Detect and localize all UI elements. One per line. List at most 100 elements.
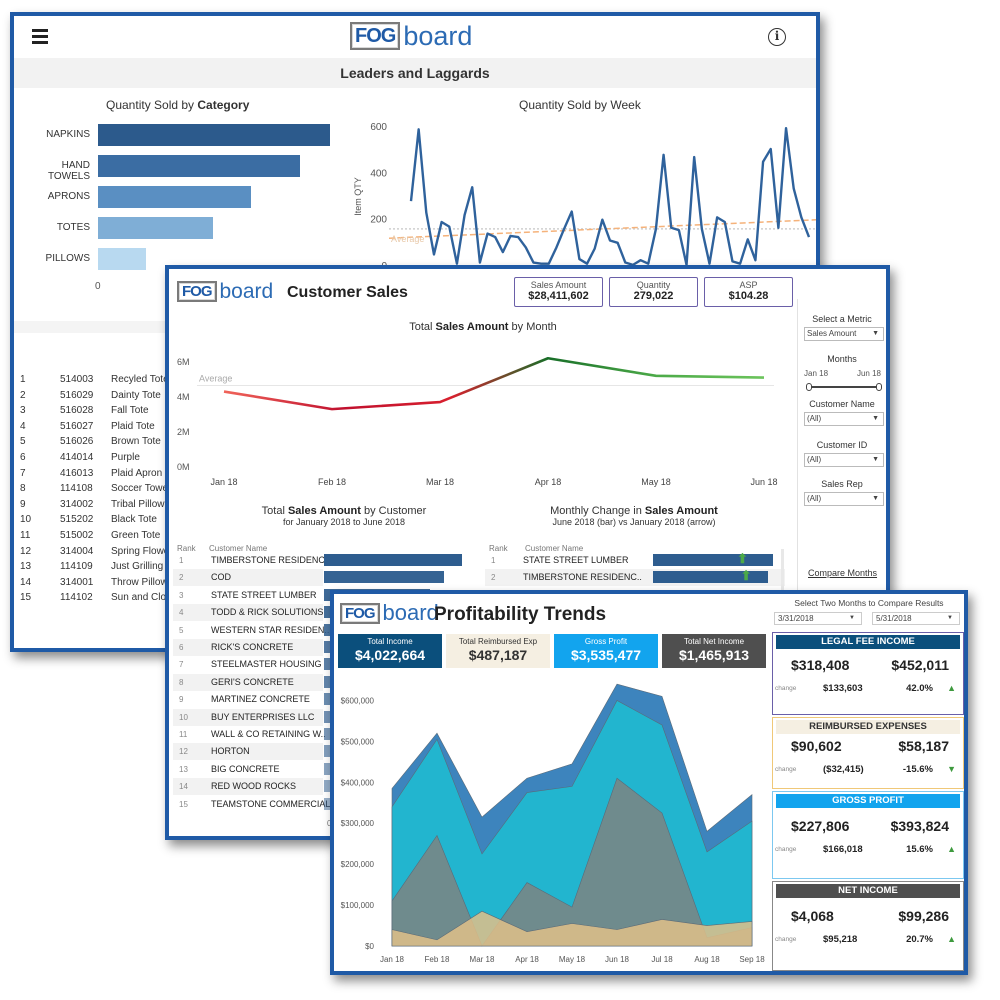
table-row[interactable]: 9 MARTINEZ CONCRETE xyxy=(173,691,323,708)
hamburger-menu-icon[interactable] xyxy=(32,29,48,47)
change-value: $166,018 xyxy=(823,844,863,855)
sales-rep-select[interactable]: (All) ▼ xyxy=(804,492,884,506)
table-row[interactable]: 2 COD xyxy=(173,569,323,587)
list-item: 3 516028 Fall Tote xyxy=(20,405,180,420)
june-bar xyxy=(653,554,773,566)
section-title: Leaders and Laggards xyxy=(14,58,816,88)
table-row[interactable]: 13 BIG CONCRETE xyxy=(173,761,323,778)
rank: 3 xyxy=(20,405,26,417)
rank: 7 xyxy=(20,467,26,479)
list-item: 10 515202 Black Tote xyxy=(20,514,180,529)
rank: 13 xyxy=(20,561,32,573)
table-row[interactable]: 12 HORTON xyxy=(173,743,323,761)
rank: 12 xyxy=(20,545,32,557)
month-a-value: $90,602 xyxy=(791,738,842,754)
product-id: 114102 xyxy=(60,592,93,604)
customer-name-select[interactable]: (All) ▼ xyxy=(804,412,884,426)
customer-name: TIMBERSTONE RESIDENC.. xyxy=(211,555,330,565)
table-row[interactable]: 14 RED WOOD ROCKS xyxy=(173,778,323,796)
x-tick-label: Jul 18 xyxy=(651,955,673,964)
sales-series-line xyxy=(223,356,765,411)
customer-name: HORTON xyxy=(211,746,250,757)
x-tick-label: Apr 18 xyxy=(515,955,539,964)
y-tick-label: $200,000 xyxy=(341,860,375,869)
kpi-label: Total Reimbursed Exp xyxy=(458,637,538,646)
customer-name: RICK'S CONCRETE xyxy=(211,642,294,652)
table-row[interactable]: 4 TODD & RICK SOLUTIONS xyxy=(173,604,324,622)
rank: 2 xyxy=(491,573,496,583)
change-percent: -15.6% xyxy=(902,764,933,775)
category-label: NAPKINS xyxy=(46,129,90,140)
card-reimbursed-expenses: REIMBURSED EXPENSES $90,602 $58,187 change (… xyxy=(772,717,964,789)
table-row[interactable]: 6 RICK'S CONCRETE xyxy=(173,639,323,656)
change-label: change xyxy=(775,846,797,853)
change-percent: 15.6% xyxy=(906,844,933,855)
rank: 6 xyxy=(179,643,184,652)
rank: 3 xyxy=(179,590,184,600)
by-customer-title: Total Sales Amount by Customer for Janua… xyxy=(261,505,427,527)
rank: 1 xyxy=(20,374,26,385)
y-tick-label: $500,000 xyxy=(341,737,375,746)
table-row[interactable]: 10 BUY ENTERPRISES LLC xyxy=(173,708,323,726)
product-name: Spring Flower xyxy=(111,545,173,557)
customer-name: TODD & RICK SOLUTIONS xyxy=(211,607,324,618)
metric-select[interactable]: Sales Amount ▼ xyxy=(804,327,884,341)
week-line-chart: 6004002000Item QTYAverage xyxy=(353,122,816,271)
average-label: Average xyxy=(199,373,232,383)
y-tick-label: $600,000 xyxy=(341,696,375,705)
customer-name: RED WOOD ROCKS xyxy=(211,781,297,792)
rank: 10 xyxy=(20,514,32,526)
rank: 2 xyxy=(179,573,184,583)
y-tick-label: $0 xyxy=(365,942,374,951)
rank: 8 xyxy=(20,483,26,495)
product-name: Green Tote xyxy=(111,530,161,541)
product-name: Dainty Tote xyxy=(111,389,161,401)
range-handle-end[interactable] xyxy=(876,383,882,391)
table-row[interactable]: 15 TEAMSTONE COMMERCIAL xyxy=(173,796,330,813)
category-bar-aprons xyxy=(98,186,252,208)
product-id: 314001 xyxy=(60,576,94,588)
list-item: 5 516026 Brown Tote xyxy=(20,436,180,451)
rank: 5 xyxy=(20,436,26,448)
x-tick-label: Jun 18 xyxy=(605,955,630,964)
table-row[interactable]: 3 STATE STREET LUMBER xyxy=(173,587,323,604)
kpi-value: $3,535,477 xyxy=(570,647,642,663)
compare-months-label: Select Two Months to Compare Results xyxy=(794,598,944,608)
table-row[interactable]: 1 TIMBERSTONE RESIDENC.. xyxy=(173,552,330,569)
range-handle-start[interactable] xyxy=(806,383,812,391)
kpi-label: Gross Profit xyxy=(584,637,628,646)
table-row[interactable]: 11 WALL & CO RETAINING W.. xyxy=(173,726,326,743)
compare-months-link[interactable]: Compare Months xyxy=(808,568,877,578)
table-row[interactable]: 8 GERI'S CONCRETE xyxy=(173,673,323,691)
leaders-header: FOG board i xyxy=(14,16,816,58)
months-range-slider[interactable] xyxy=(806,383,882,391)
card-gross-profit: GROSS PROFIT $227,806 $393,824 change $166,0… xyxy=(772,791,964,879)
x-tick-label: Mar 18 xyxy=(426,477,454,487)
table-row[interactable]: 5 WESTERN STAR RESIDEN.. xyxy=(173,622,329,639)
list-item: 15 114102 Sun and Cloud xyxy=(20,592,180,607)
table-row[interactable]: 7 STEELMASTER HOUSING xyxy=(173,656,323,673)
month-b-select[interactable]: 5/31/2018 ▼ xyxy=(872,612,960,625)
customer-name: TEAMSTONE COMMERCIAL xyxy=(211,798,331,809)
rank: 10 xyxy=(179,712,188,722)
rank: 5 xyxy=(179,625,184,635)
info-icon[interactable]: i xyxy=(768,28,786,46)
list-item: 8 114108 Soccer Towel xyxy=(20,483,180,498)
triangle-down-icon: ▼ xyxy=(947,764,956,774)
dropdown-caret-icon: ▼ xyxy=(849,615,855,621)
change-value: $95,218 xyxy=(823,934,858,945)
customer-id-select[interactable]: (All) ▼ xyxy=(804,453,884,467)
product-name: Black Tote xyxy=(111,514,157,526)
month-a-select[interactable]: 3/31/2018 ▼ xyxy=(774,612,862,625)
rank: 11 xyxy=(179,730,188,739)
product-id: 314004 xyxy=(60,545,94,557)
rank: 15 xyxy=(20,592,32,604)
y-tick-label: 2M xyxy=(177,427,190,437)
product-name: Just Grilling xyxy=(111,561,164,573)
list-item: 4 516027 Plaid Tote xyxy=(20,421,180,436)
x-tick-label: Aug 18 xyxy=(694,955,720,964)
customer-name: BIG CONCRETE xyxy=(211,763,280,774)
kpi-value: $4,022,664 xyxy=(354,647,426,663)
card-title: NET INCOME xyxy=(776,884,960,898)
kpi-asp: ASP $104.28 xyxy=(704,277,793,307)
